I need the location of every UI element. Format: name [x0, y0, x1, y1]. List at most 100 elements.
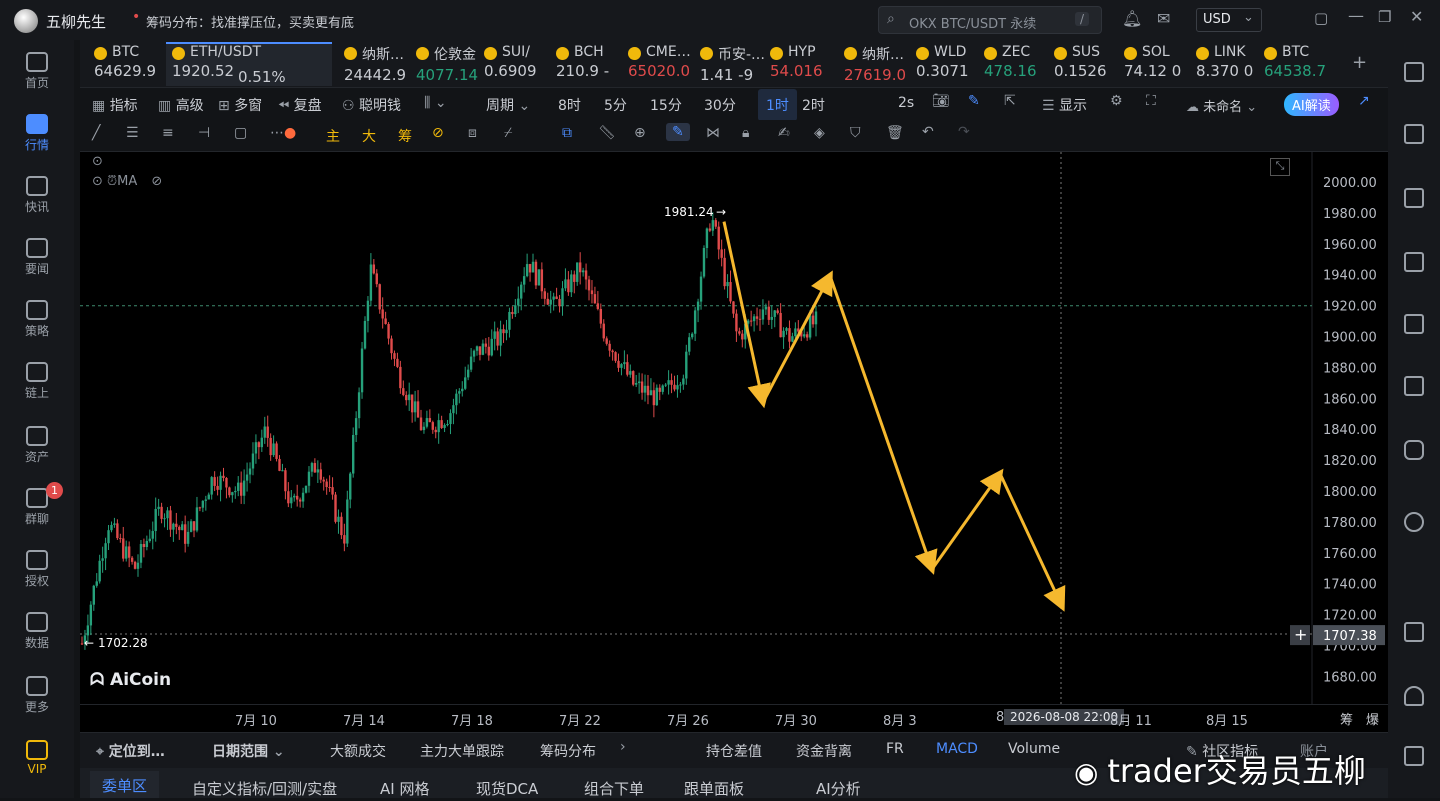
period-button[interactable]: 周期 ⌄ — [486, 95, 530, 115]
chip-dist-toggle[interactable]: 筹 — [1340, 709, 1353, 728]
list-icon[interactable] — [1404, 62, 1424, 82]
eye-icon[interactable]: ◈ — [814, 125, 825, 141]
sidebar-item-strategy[interactable]: 策略 — [0, 300, 74, 339]
undo-icon[interactable]: ↶ — [922, 124, 934, 140]
ticker-item[interactable]: CME… 65020.0 — [628, 44, 694, 86]
ray-tool-icon[interactable]: ⊣ — [198, 125, 210, 141]
sidebar-item-chat[interactable]: 群聊 1 — [0, 482, 74, 527]
channel-tool-icon[interactable]: ≡ — [162, 125, 174, 141]
indicator-chip-dist[interactable]: 筹码分布 — [540, 741, 596, 761]
mail-icon[interactable]: ✉ — [1157, 9, 1170, 28]
fullscreen-icon[interactable]: ⛶ — [1146, 93, 1156, 109]
ticker-item[interactable]: SUI/0.6909 — [484, 44, 550, 86]
period-1时[interactable]: 1时 — [758, 89, 797, 121]
price-chart[interactable]: 2000.00 1980.00 1960.00 1940.00 1920.00 1900.… — [80, 152, 1388, 704]
ticker-item[interactable]: 币安-… 1.41 -9 — [700, 44, 766, 86]
chevron-right-icon[interactable]: › — [620, 739, 626, 755]
indicators-button[interactable]: ▦ 指标 — [92, 95, 138, 115]
large-order-tool[interactable]: 大 — [362, 126, 376, 146]
notice-text[interactable]: 筹码分布：找准撑压位，买卖更有底 — [146, 12, 354, 31]
ai-interpret-button[interactable]: AI解读 — [1284, 93, 1339, 116]
copy-icon[interactable]: ⧉ — [562, 125, 572, 141]
robot-icon[interactable] — [1404, 440, 1424, 460]
maximize-icon[interactable]: ❐ — [1378, 8, 1391, 26]
chart-canvas[interactable]: 2000.00 1980.00 1960.00 1940.00 1920.00 1900.… — [80, 152, 1388, 704]
magnet-icon[interactable]: ⋈ — [706, 125, 720, 141]
sidebar-item-assets[interactable]: 资产 — [0, 426, 74, 465]
period-8时[interactable]: 8时 — [558, 95, 581, 115]
ticker-item[interactable]: 纳斯… 27619.0 — [844, 44, 912, 86]
ticker-item[interactable]: BCH 210.9 - — [556, 44, 622, 86]
period-15分[interactable]: 15分 — [650, 95, 682, 115]
add-ticker-icon[interactable]: + — [1352, 52, 1367, 73]
indicator-oi-diff[interactable]: 持仓差值 — [706, 741, 762, 761]
search-input[interactable]: OKX BTC/USDT 永续 — [909, 13, 1036, 32]
sidebar-item-news[interactable]: 要闻 — [0, 238, 74, 277]
line-tool-icon[interactable]: ╱ — [92, 125, 100, 141]
trash-icon[interactable]: 🗑︎ — [886, 125, 904, 141]
sidebar-item-market[interactable]: 行情 — [0, 114, 74, 153]
time-axis[interactable]: 2026-08-08 22:00 筹 爆 7月 10 7月 14 7月 18 7月 2… — [80, 704, 1388, 732]
ticker-item[interactable]: 纳斯… 24442.9 — [344, 44, 412, 86]
candle-type-button[interactable]: ⫼ ⌄ — [424, 95, 447, 111]
sidebar-item-onchain[interactable]: 链上 — [0, 362, 74, 401]
period-2时[interactable]: 2时 — [802, 95, 825, 115]
headset-icon[interactable] — [1404, 686, 1424, 706]
chip-tool[interactable]: 筹 — [398, 126, 412, 146]
layout-name-select[interactable]: ☁ 未命名 ⌄ — [1186, 96, 1257, 115]
minimize-icon[interactable]: — — [1348, 6, 1364, 25]
multiwin-button[interactable]: ⊞ 多窗 — [218, 95, 262, 115]
camera-icon[interactable]: 📷︎ — [932, 93, 950, 109]
ticker-item[interactable]: SUS 0.1526 — [1054, 44, 1120, 86]
settings-icon[interactable]: ⚙ — [1110, 93, 1123, 109]
rect-tool-icon[interactable]: ▢ — [234, 125, 247, 141]
ticker-item[interactable]: SOL 74.12 0 — [1124, 44, 1190, 86]
window-icon[interactable]: ▢ — [1314, 9, 1328, 27]
close-icon[interactable]: ✕ — [1410, 7, 1423, 26]
dollar-icon[interactable] — [1404, 188, 1424, 208]
currency-select[interactable]: USD ⌄ — [1196, 8, 1262, 32]
indicator-macd[interactable]: MACD — [936, 741, 978, 757]
sidebar-item-auth[interactable]: 授权 — [0, 550, 74, 589]
sidebar-item-home[interactable]: 首页 — [0, 52, 74, 91]
search-box[interactable]: ⌕ OKX BTC/USDT 永续 / — [878, 6, 1102, 34]
hline-tool-icon[interactable]: ☰ — [126, 125, 139, 141]
display-button[interactable]: ☰ 显示 — [1042, 95, 1087, 115]
advanced-button[interactable]: ▥ 高级 — [158, 95, 204, 115]
bottom-tab[interactable]: AI 网格 — [380, 778, 429, 799]
exchange-icon[interactable] — [1404, 512, 1424, 532]
period-30分[interactable]: 30分 — [704, 95, 736, 115]
edit-icon[interactable]: ✍ — [778, 125, 790, 141]
indicator-divergence[interactable]: 资金背离 — [796, 741, 852, 761]
bottom-tab[interactable]: 委单区 — [90, 771, 160, 798]
document-icon[interactable] — [1404, 124, 1424, 144]
pattern-tool-icon[interactable]: ⊘ — [432, 125, 444, 141]
more-tools-icon[interactable]: ⋯● — [270, 125, 296, 141]
lock-icon[interactable]: 🔒︎ — [742, 125, 749, 141]
trend-icon[interactable] — [1404, 252, 1424, 272]
pencil-icon[interactable]: ✎ — [968, 93, 980, 109]
bottom-tab[interactable]: 跟单面板 — [684, 778, 744, 799]
ma-toggle[interactable]: ⊙ ⏰︎MA ⊘ — [92, 174, 162, 189]
ticker-item[interactable]: ZEC 478.16 — [984, 44, 1048, 86]
collapse-icon[interactable]: ⊙ — [92, 154, 103, 169]
sidebar-item-more[interactable]: 更多 — [0, 676, 74, 715]
ticker-item[interactable]: LINK 8.370 0 — [1196, 44, 1258, 86]
main-force-tool[interactable]: 主 — [326, 126, 340, 146]
bottom-tab[interactable]: 组合下单 — [584, 778, 644, 799]
indicator-fr[interactable]: FR — [886, 741, 904, 757]
ruler-icon[interactable]: 📏︎ — [598, 125, 616, 141]
refresh-interval[interactable]: 2s — [898, 95, 914, 111]
signal-tool-icon[interactable]: ⧈ — [468, 125, 477, 141]
bottom-tab[interactable]: AI分析 — [816, 778, 861, 799]
replay-button[interactable]: ⏪︎ 复盘 — [278, 95, 322, 115]
indicator-main-orders[interactable]: 主力大单跟踪 — [420, 741, 504, 761]
share-out-icon[interactable]: ↗ — [1358, 93, 1370, 109]
ticker-item[interactable]: HYP 54.016 — [770, 44, 838, 86]
draw-mode-icon[interactable]: ✎ — [666, 123, 690, 141]
redo-icon[interactable]: ↷ — [958, 124, 970, 140]
zoom-icon[interactable]: ⊕ — [634, 125, 646, 141]
layout-icon[interactable] — [1404, 622, 1424, 642]
grid-icon[interactable] — [1404, 746, 1424, 766]
ticker-item[interactable]: 伦敦金 4077.14 — [416, 44, 480, 86]
